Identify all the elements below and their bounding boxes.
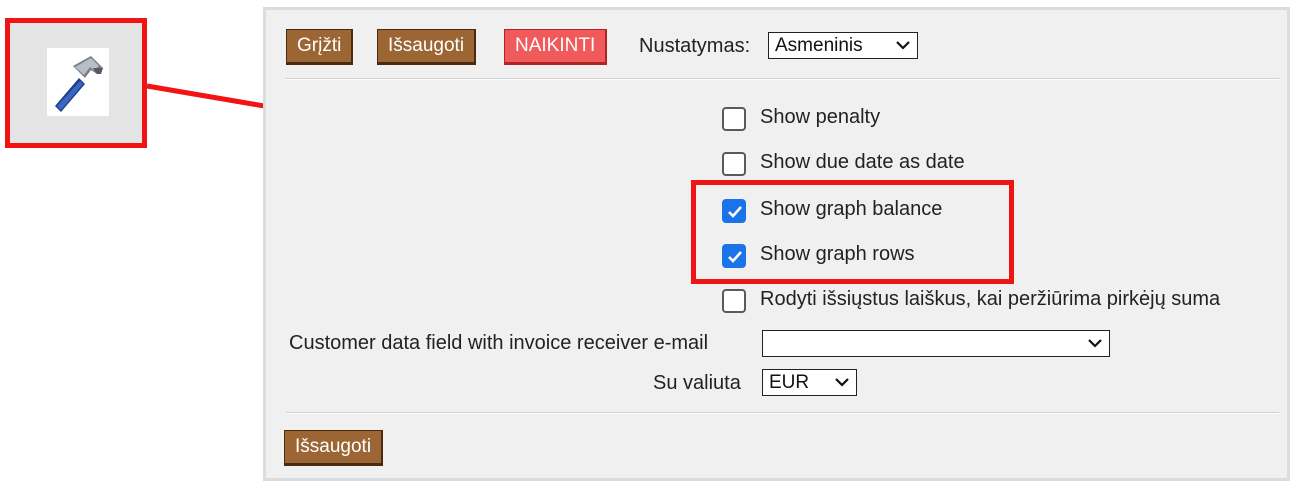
back-button[interactable]: Grįžti — [286, 29, 354, 65]
delete-button[interactable]: NAIKINTI — [504, 29, 608, 65]
bottom-divider — [286, 412, 1279, 414]
chevron-down-icon — [895, 33, 911, 65]
currency-value: EUR — [769, 372, 810, 393]
top-divider — [286, 78, 1279, 80]
chevron-down-icon — [1087, 331, 1103, 363]
show-sent-letters-label: Rodyti išsiųstus laiškus, kai peržiūrima… — [760, 288, 1221, 310]
show-due-date-checkbox[interactable] — [722, 152, 746, 176]
currency-label: Su valiuta — [653, 372, 741, 394]
show-penalty-label: Show penalty — [760, 106, 881, 128]
show-due-date-label: Show due date as date — [760, 151, 965, 173]
hammer-icon[interactable] — [47, 48, 109, 116]
show-sent-letters-checkbox[interactable] — [722, 289, 746, 313]
show-penalty-checkbox[interactable] — [722, 107, 746, 131]
settings-label: Nustatymas: — [639, 35, 751, 57]
graph-options-highlight — [691, 180, 1014, 284]
tool-icon-highlight — [5, 18, 147, 148]
footer-save-button[interactable]: Išsaugoti — [284, 430, 384, 466]
email-field-label: Customer data field with invoice receive… — [289, 332, 709, 354]
settings-select[interactable]: Asmeninis — [768, 32, 918, 59]
settings-select-value: Asmeninis — [775, 35, 863, 56]
currency-select[interactable]: EUR — [762, 369, 857, 396]
email-field-select[interactable] — [762, 330, 1110, 357]
settings-panel: Grįžti Išsaugoti NAIKINTI Nustatymas: As… — [263, 7, 1290, 481]
save-button[interactable]: Išsaugoti — [377, 29, 477, 65]
chevron-down-icon — [834, 370, 850, 402]
